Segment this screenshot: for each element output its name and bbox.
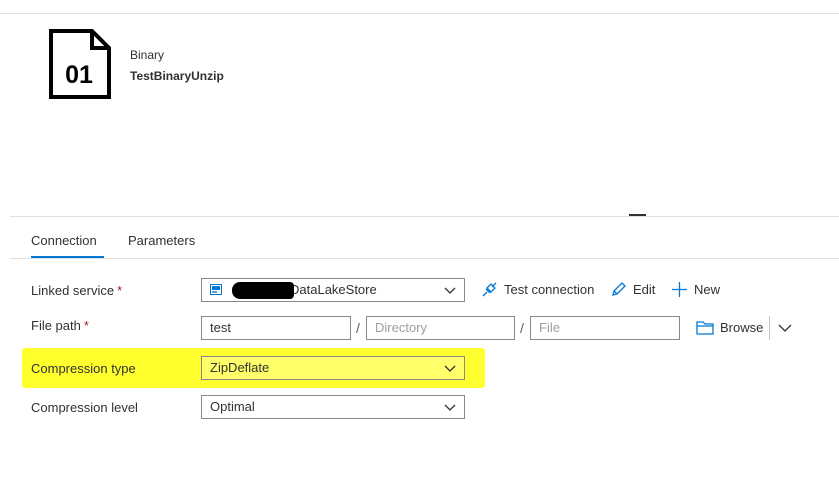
chevron-down-icon (444, 287, 456, 294)
browse-more-chevron-icon[interactable] (778, 322, 792, 334)
compression-type-select[interactable]: ZipDeflate (201, 356, 465, 380)
required-mark: * (117, 283, 123, 298)
linked-service-value: DataLakeStore (290, 282, 377, 297)
compression-type-label: Compression type (31, 361, 136, 376)
chevron-down-icon (444, 404, 456, 411)
path-separator: / (356, 320, 360, 336)
tab-parameters[interactable]: Parameters (128, 233, 195, 248)
resize-handle[interactable] (629, 214, 646, 216)
file-placeholder: File (539, 320, 560, 335)
path-separator: / (520, 320, 524, 336)
browse-separator (769, 316, 770, 340)
edit-label: Edit (633, 282, 656, 297)
file-path-label: File path * (31, 318, 89, 333)
chevron-down-icon (444, 365, 456, 372)
edit-button[interactable]: Edit (610, 281, 655, 298)
directory-input[interactable]: Directory (366, 316, 515, 340)
folder-icon (696, 321, 714, 335)
required-mark: * (83, 318, 89, 333)
linked-service-label: Linked service * (31, 283, 122, 298)
compression-level-select[interactable]: Optimal (201, 395, 465, 419)
plus-icon (672, 282, 687, 297)
panel-divider (10, 216, 839, 217)
container-input[interactable]: test (201, 316, 351, 340)
top-divider (0, 13, 839, 14)
browse-label: Browse (720, 320, 764, 335)
test-connection-button[interactable]: Test connection (481, 281, 594, 298)
linked-service-label-text: Linked service (31, 283, 115, 298)
dataset-type: Binary (130, 48, 165, 62)
tabs-divider (10, 258, 839, 259)
directory-placeholder: Directory (375, 320, 428, 335)
plug-icon (482, 282, 497, 297)
file-path-label-text: File path (31, 318, 81, 333)
redacted-region (232, 282, 294, 299)
compression-level-label: Compression level (31, 400, 138, 415)
tab-connection[interactable]: Connection (31, 233, 97, 248)
new-button[interactable]: New (671, 281, 720, 298)
binary-file-icon-text: 01 (65, 61, 93, 89)
file-input[interactable]: File (530, 316, 680, 340)
pencil-icon (612, 282, 626, 296)
new-label: New (694, 282, 721, 297)
binary-file-icon: 01 (49, 29, 111, 99)
storage-icon (210, 284, 222, 295)
browse-button[interactable]: Browse (696, 320, 763, 335)
dataset-name: TestBinaryUnzip (130, 69, 224, 83)
container-value: test (210, 320, 231, 335)
compression-type-value: ZipDeflate (210, 360, 270, 375)
test-connection-label: Test connection (504, 282, 595, 297)
compression-level-value: Optimal (210, 399, 255, 414)
